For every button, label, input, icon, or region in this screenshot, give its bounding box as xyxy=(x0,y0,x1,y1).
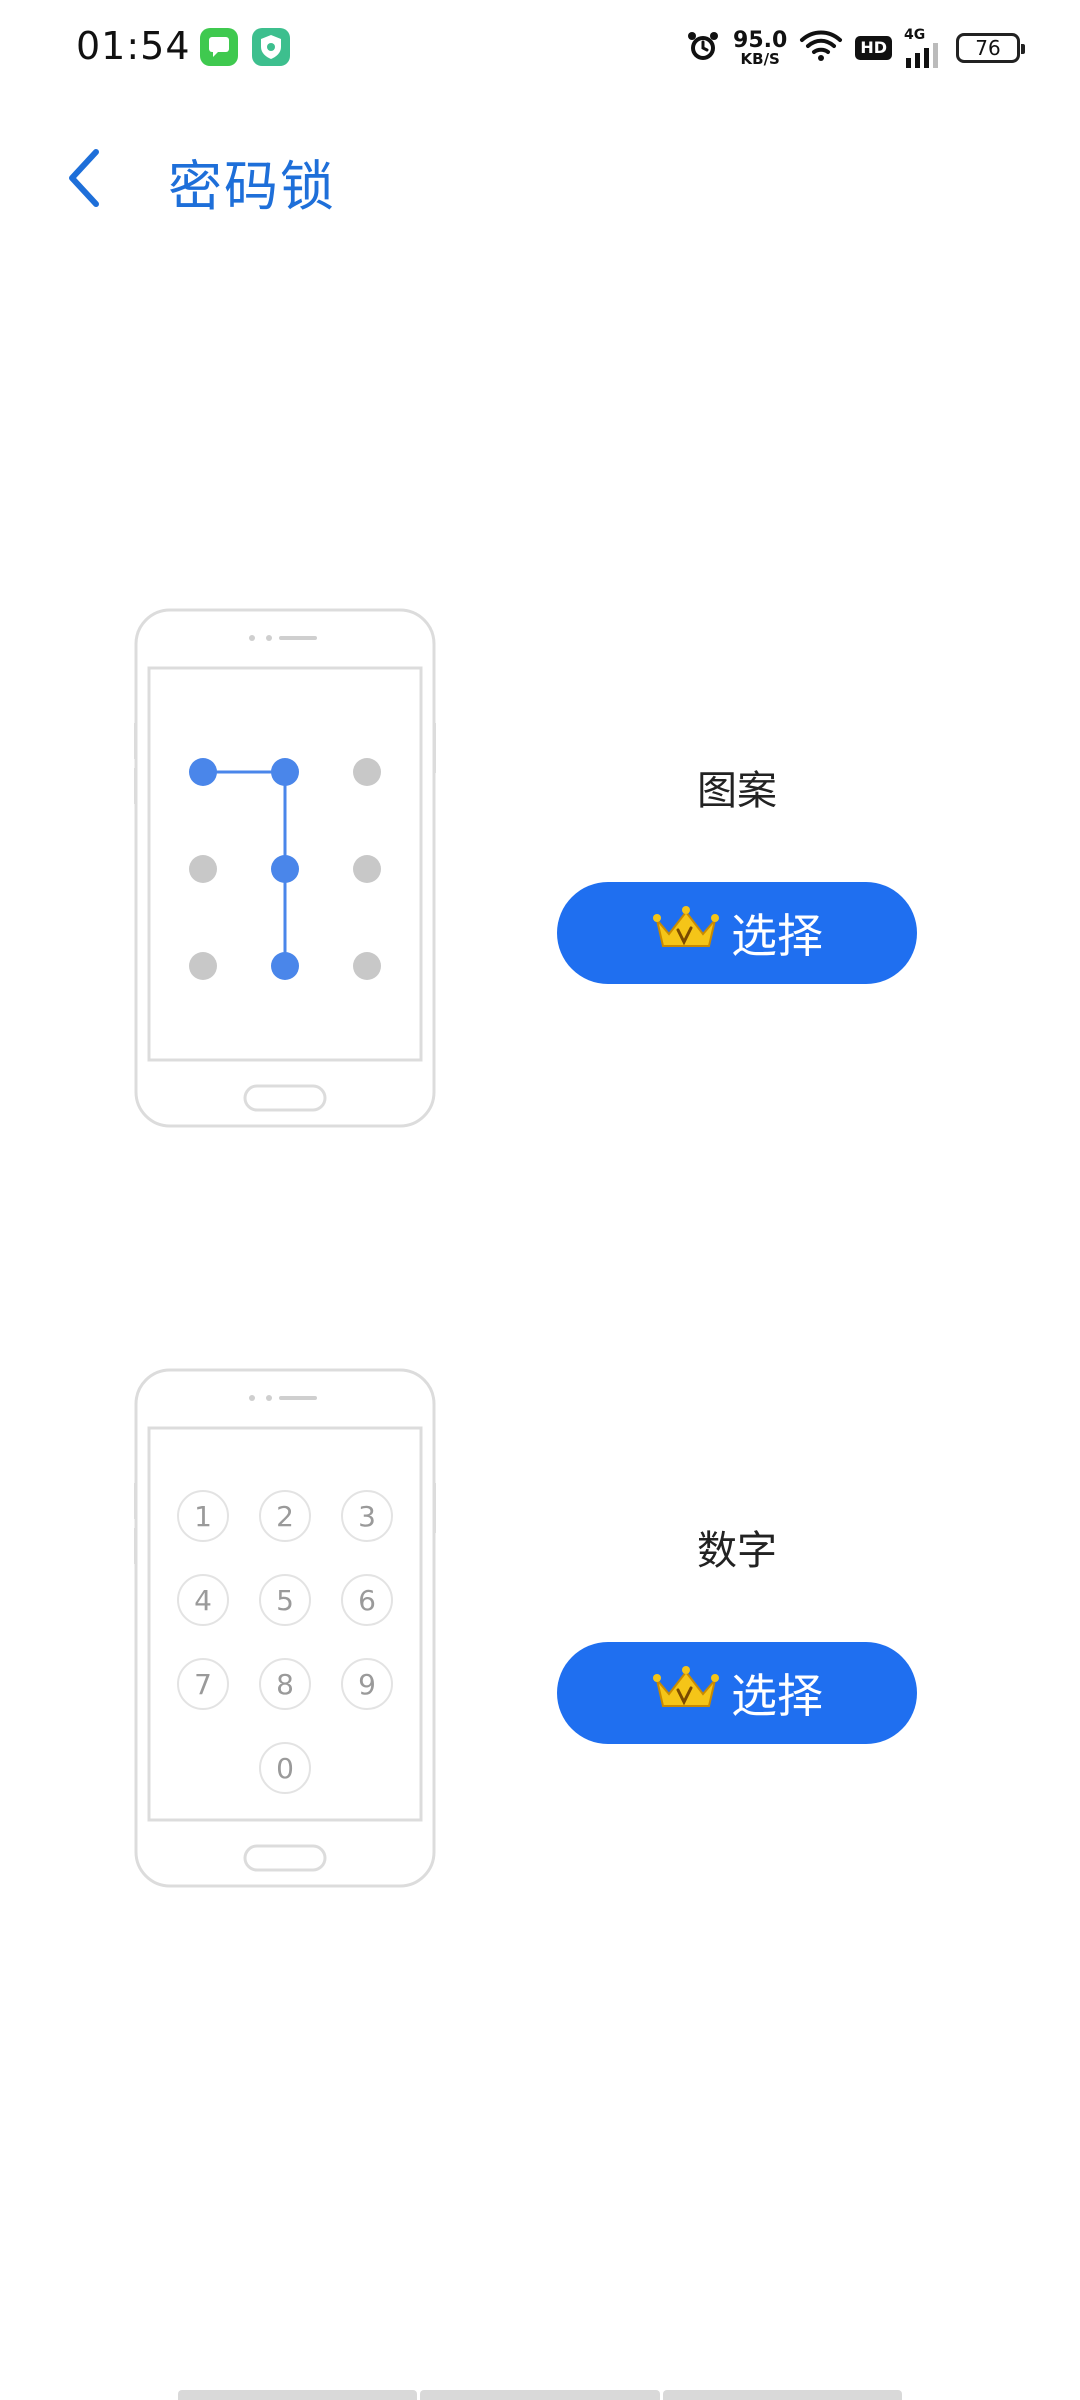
hd-badge: HD xyxy=(855,36,892,60)
keypad-digit: 4 xyxy=(194,1584,212,1617)
keypad-digit: 6 xyxy=(358,1584,376,1617)
nav-segment[interactable] xyxy=(420,2390,660,2400)
pattern-phone-illustration xyxy=(131,608,439,1128)
keypad-digit: 9 xyxy=(358,1668,376,1701)
keypad-digit: 3 xyxy=(358,1500,376,1533)
signal-icon: 4G xyxy=(904,28,944,68)
pattern-select-label: 选择 xyxy=(731,909,823,963)
keypad: 1 2 3 4 5 6 7 8 9 0 xyxy=(177,1490,393,1794)
keypad-digit: 0 xyxy=(276,1752,294,1785)
header: 密码锁 xyxy=(0,120,1080,240)
status-time: 01:54 xyxy=(76,24,191,68)
status-bar: 01:54 95.0 KB/S HD 4G 76 xyxy=(0,0,1080,96)
pattern-lock-option: 图案 选择 xyxy=(0,608,1080,1128)
keypad-digit: 8 xyxy=(276,1668,294,1701)
pin-label: 数字 xyxy=(697,1528,777,1574)
pin-phone-illustration: 1 2 3 4 5 6 7 8 9 0 xyxy=(131,1368,439,1888)
net-speed-unit: KB/S xyxy=(740,49,780,68)
navigation-bar[interactable] xyxy=(178,2390,902,2400)
back-button[interactable] xyxy=(52,144,116,216)
pin-select-label: 选择 xyxy=(731,1669,823,1723)
wifi-icon xyxy=(799,28,843,68)
pattern-select-button[interactable]: 选择 xyxy=(557,882,917,984)
network-type: 4G xyxy=(904,27,926,43)
message-app-icon xyxy=(200,28,238,66)
status-indicators: 95.0 KB/S HD 4G 76 xyxy=(685,22,1025,74)
security-app-icon xyxy=(252,28,290,66)
page-title: 密码锁 xyxy=(168,155,336,218)
vip-crown-icon xyxy=(651,904,721,963)
alarm-icon xyxy=(685,28,721,68)
pin-select-button[interactable]: 选择 xyxy=(557,1642,917,1744)
nav-segment[interactable] xyxy=(178,2390,418,2400)
vip-crown-icon xyxy=(651,1664,721,1723)
nav-segment[interactable] xyxy=(662,2390,902,2400)
chevron-left-icon xyxy=(64,146,104,214)
pin-lock-option: 1 2 3 4 5 6 7 8 9 0 数字 选择 xyxy=(0,1368,1080,1888)
net-speed: 95.0 KB/S xyxy=(733,27,788,68)
keypad-digit: 7 xyxy=(194,1668,212,1701)
keypad-digit: 5 xyxy=(276,1584,294,1617)
keypad-digit: 2 xyxy=(276,1500,294,1533)
pattern-label: 图案 xyxy=(697,768,777,814)
battery-indicator: 76 xyxy=(956,33,1025,63)
net-speed-value: 95.0 xyxy=(733,27,788,53)
keypad-digit: 1 xyxy=(194,1500,212,1533)
